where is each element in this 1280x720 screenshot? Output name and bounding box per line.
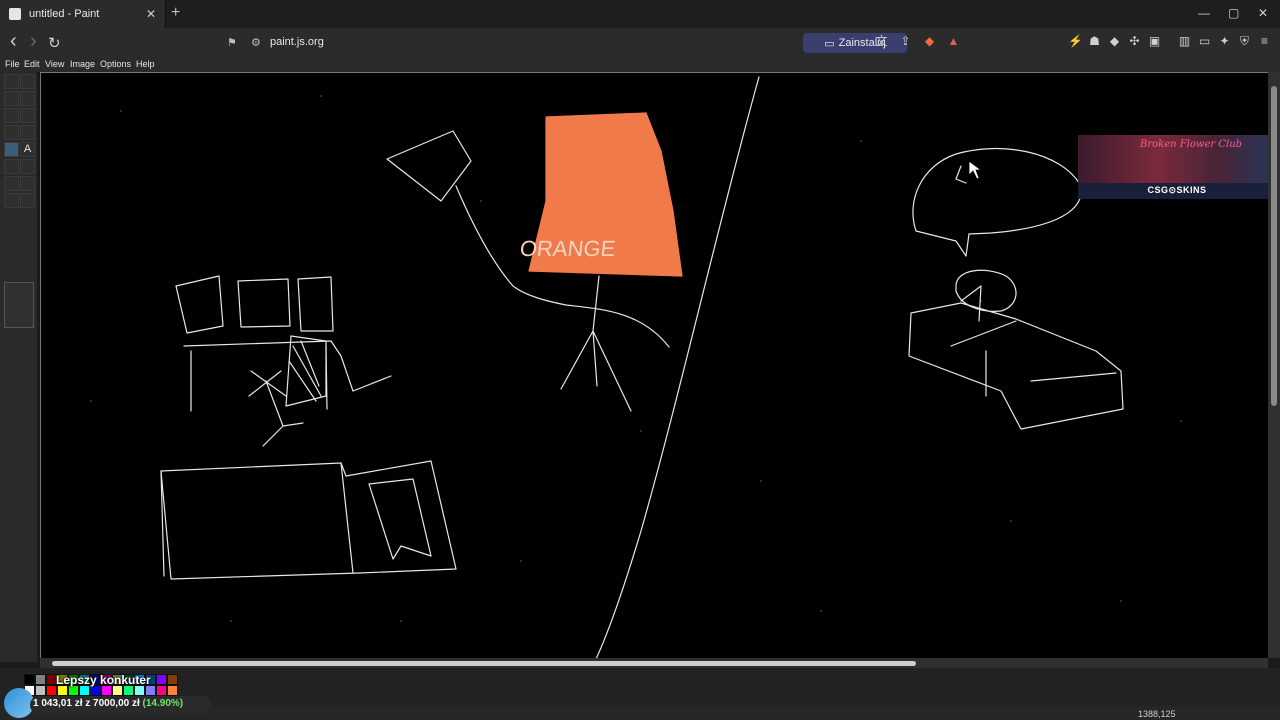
ad-image: Broken Flower Club [1078, 135, 1276, 183]
thought-bubble [912, 147, 1082, 257]
new-tab-button[interactable]: + [171, 4, 180, 22]
menu-options[interactable]: Options [100, 59, 131, 69]
site-info-icon[interactable]: ⚙ [251, 36, 261, 49]
goal-percent: (14.90%) [142, 698, 184, 709]
tool-options-box[interactable] [4, 282, 34, 328]
scribble-box [285, 335, 327, 407]
bed-right-lines [950, 285, 1117, 397]
goal-title: Lepszy konkuter [56, 673, 151, 687]
mouse-cursor-icon [968, 160, 983, 180]
orange-label: ORANGE [519, 236, 617, 261]
translate-icon[interactable]: 文 [875, 35, 888, 48]
vpn-icon[interactable]: ⛨ [1238, 35, 1251, 48]
paint-favicon-icon [9, 8, 21, 20]
horizontal-scrollbar[interactable] [40, 658, 1268, 668]
cursor-coordinates: 1388,125 [1138, 709, 1176, 719]
toolbox: A [0, 72, 37, 662]
horizontal-scroll-thumb[interactable] [52, 661, 916, 666]
desk [183, 340, 392, 412]
brave-rewards-icon[interactable]: ▲ [947, 35, 960, 48]
navigation-bar: ‹ › ↻ ⚑ ⚙ paint.js.org ▭ Zainstaluj 文 ⇪ … [0, 28, 1280, 58]
color-picker-tool-icon[interactable] [4, 108, 19, 123]
menu-view[interactable]: View [45, 59, 64, 69]
person-head [955, 269, 1017, 312]
monitor-middle [237, 278, 291, 328]
install-app-button[interactable]: ▭ Zainstaluj [803, 33, 907, 53]
free-select-tool-icon[interactable] [4, 74, 19, 89]
close-window-button[interactable]: ✕ [1258, 6, 1268, 20]
extension-box-icon[interactable]: ▣ [1148, 35, 1161, 48]
ad-brand-label: CSG⊙SKINS [1147, 185, 1207, 195]
bed-right [908, 302, 1124, 430]
reload-button[interactable]: ↻ [48, 34, 61, 52]
maximize-button[interactable]: ▢ [1228, 6, 1239, 20]
share-icon[interactable]: ⇪ [899, 35, 912, 48]
browser-tab[interactable]: untitled - Paint ✕ [0, 0, 166, 28]
rounded-rect-tool-icon[interactable] [20, 193, 35, 208]
ad-neon-sign: Broken Flower Club [1140, 139, 1243, 150]
menu-file[interactable]: File [5, 59, 20, 69]
curve-tool-icon[interactable] [20, 159, 35, 174]
brave-shield-icon[interactable]: ◆ [923, 35, 936, 48]
menu-edit[interactable]: Edit [24, 59, 40, 69]
menu-image[interactable]: Image [70, 59, 95, 69]
text-tool-icon[interactable]: A [20, 142, 35, 157]
leo-ai-icon[interactable]: ✦ [1218, 35, 1231, 48]
airbrush-tool-icon[interactable] [4, 142, 19, 157]
menu-help[interactable]: Help [136, 59, 155, 69]
eraser-tool-icon[interactable] [4, 91, 19, 106]
brush-tool-icon[interactable] [20, 125, 35, 140]
monitor-left [175, 275, 224, 334]
tab-title: untitled - Paint [29, 8, 100, 20]
ellipse-tool-icon[interactable] [4, 193, 19, 208]
goal-progress-text: 1 043,01 zł z 7000,00 zł (14.90%) [33, 698, 183, 709]
donation-goal-overlay: Lepszy konkuter 1 043,01 zł z 7000,00 zł… [0, 670, 212, 718]
fill-tool-icon[interactable] [20, 91, 35, 106]
back-button[interactable]: ‹ [10, 30, 17, 53]
line-tool-icon[interactable] [4, 159, 19, 174]
vertical-scroll-thumb[interactable] [1271, 86, 1277, 406]
wallet-icon[interactable]: ▭ [1198, 35, 1211, 48]
extensions-puzzle-icon[interactable]: ✣ [1128, 35, 1141, 48]
forward-button[interactable]: › [30, 30, 37, 53]
bookmark-icon[interactable]: ⚑ [227, 36, 237, 49]
sidebar-icon[interactable]: ▥ [1178, 35, 1191, 48]
bubble-scribble [955, 165, 967, 184]
lamp-post [560, 275, 632, 412]
polygon-tool-icon[interactable] [20, 176, 35, 191]
ad-banner[interactable]: Broken Flower Club CSG⊙SKINS [1078, 135, 1276, 199]
rect-select-tool-icon[interactable] [20, 74, 35, 89]
address-bar[interactable]: ⚑ ⚙ paint.js.org ▭ Zainstaluj 文 ⇪ ◆ ▲ [227, 32, 963, 54]
browser-menu-icon[interactable]: ≡ [1258, 35, 1271, 48]
monitor-right [297, 276, 334, 332]
rectangle-tool-icon[interactable] [4, 176, 19, 191]
url-text[interactable]: paint.js.org [270, 36, 324, 48]
chair [248, 370, 304, 447]
extension-translate-icon[interactable]: ⚡ [1068, 35, 1083, 48]
goal-amount: 1 043,01 zł z 7000,00 zł [33, 698, 140, 709]
tab-close-icon[interactable]: ✕ [143, 7, 159, 21]
tab-bar: untitled - Paint ✕ + — ▢ ✕ [0, 0, 1280, 28]
magnifier-tool-icon[interactable] [20, 108, 35, 123]
vertical-scrollbar[interactable] [1268, 72, 1280, 658]
pencil-tool-icon[interactable] [4, 125, 19, 140]
monitor-icon: ▭ [824, 37, 835, 50]
extension-diamond-icon[interactable]: ◆ [1108, 35, 1121, 48]
paint-menu-bar: File Edit View Image Options Help [0, 58, 1280, 72]
extension-robot-icon[interactable]: ☗ [1088, 35, 1101, 48]
pillow [368, 478, 432, 560]
minimize-button[interactable]: — [1198, 6, 1210, 20]
bed-mattress [160, 462, 354, 577]
